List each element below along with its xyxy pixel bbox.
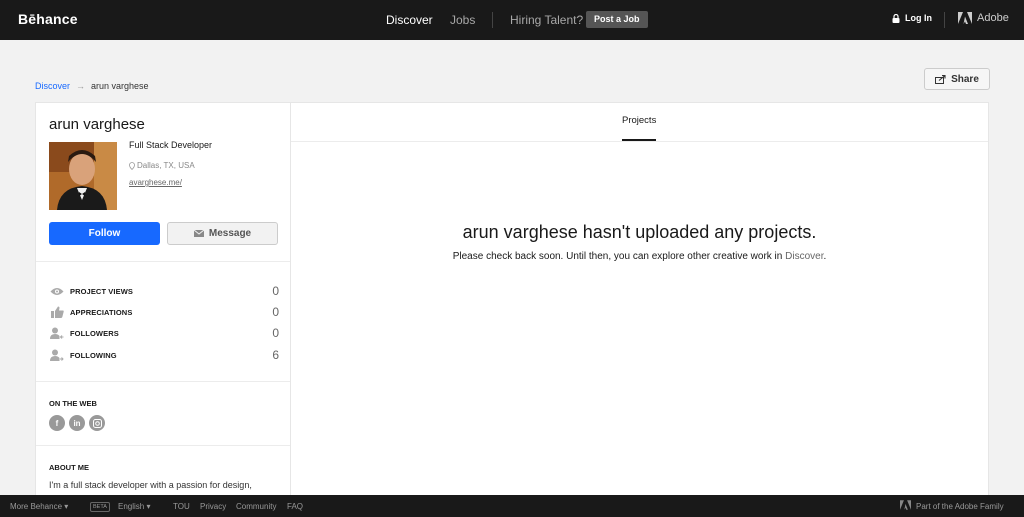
- follow-button[interactable]: Follow: [49, 222, 160, 245]
- about-me-text: I'm a full stack developer with a passio…: [49, 480, 252, 490]
- stat-value: 0: [272, 305, 279, 319]
- nav-discover[interactable]: Discover: [386, 13, 433, 27]
- thumbs-up-icon: [49, 305, 65, 319]
- discover-link[interactable]: Discover: [785, 251, 823, 262]
- language-label: English: [118, 502, 145, 511]
- stat-label: FOLLOWING: [70, 350, 117, 360]
- adobe-link[interactable]: Adobe: [958, 12, 1009, 24]
- adobe-family-link[interactable]: Part of the Adobe Family: [916, 502, 1004, 511]
- occupation: Full Stack Developer: [129, 140, 213, 150]
- following-icon: [49, 348, 65, 362]
- share-icon: [935, 74, 946, 84]
- more-behance-label: More Behance: [10, 502, 63, 511]
- tab-bar: Projects: [291, 103, 988, 142]
- message-label: Message: [208, 228, 252, 239]
- footer: More Behance ▾ BETA English ▾ TOU Privac…: [0, 495, 1024, 517]
- share-button[interactable]: Share: [924, 68, 990, 90]
- empty-state-period: .: [823, 251, 827, 262]
- stat-value: 0: [272, 284, 279, 298]
- nav-jobs[interactable]: Jobs: [450, 13, 475, 27]
- stat-value: 6: [272, 348, 279, 362]
- breadcrumb-current: arun varghese: [91, 81, 149, 91]
- login-label: Log In: [905, 13, 932, 23]
- divider: [36, 381, 290, 382]
- stat-followers: FOLLOWERS 0: [49, 325, 279, 341]
- avatar[interactable]: [49, 142, 117, 210]
- nav-divider: [492, 12, 493, 28]
- stat-project-views: PROJECT VIEWS 0: [49, 283, 279, 299]
- envelope-icon: [193, 230, 204, 237]
- stat-following: FOLLOWING 6: [49, 347, 279, 363]
- login-button[interactable]: Log In: [892, 13, 932, 23]
- language-selector[interactable]: English ▾: [118, 502, 151, 511]
- stat-label: PROJECT VIEWS: [70, 286, 133, 296]
- location: Dallas, TX, USA: [129, 161, 195, 170]
- stat-label: APPRECIATIONS: [70, 307, 133, 317]
- stat-appreciations: APPRECIATIONS 0: [49, 304, 279, 320]
- behance-logo[interactable]: Bēhance: [18, 11, 78, 27]
- empty-state-message: Please check back soon. Until then, you …: [291, 251, 988, 262]
- top-navigation: Bēhance Discover Jobs Hiring Talent? Pos…: [0, 0, 1024, 40]
- post-job-button[interactable]: Post a Job: [586, 11, 648, 28]
- chevron-down-icon: ▾: [146, 502, 151, 511]
- divider: [36, 445, 290, 446]
- about-me-title: ABOUT ME: [49, 463, 89, 472]
- empty-state-title: arun varghese hasn't uploaded any projec…: [462, 222, 817, 242]
- chevron-down-icon: ▾: [64, 502, 69, 511]
- footer-tou[interactable]: TOU: [173, 502, 190, 511]
- message-button[interactable]: Message: [167, 222, 278, 245]
- on-the-web-title: ON THE WEB: [49, 399, 97, 408]
- projects-panel: Projects arun varghese hasn't uploaded a…: [290, 102, 989, 497]
- nav-hiring-talent[interactable]: Hiring Talent?: [510, 13, 583, 27]
- profile-sidebar: arun varghese Full Stack Developer Dalla…: [35, 102, 290, 497]
- linkedin-icon[interactable]: in: [69, 415, 85, 431]
- social-links: f in: [49, 415, 105, 431]
- footer-privacy[interactable]: Privacy: [200, 502, 226, 511]
- divider: [36, 261, 290, 262]
- share-label: Share: [951, 73, 979, 85]
- instagram-icon[interactable]: [89, 415, 105, 431]
- website-link[interactable]: avarghese.me/: [129, 178, 182, 187]
- nav-divider-2: [944, 12, 945, 28]
- followers-icon: [49, 326, 65, 340]
- breadcrumb-arrow-icon: →: [76, 81, 86, 91]
- adobe-label: Adobe: [977, 12, 1009, 24]
- stat-value: 0: [272, 326, 279, 340]
- location-pin-icon: [129, 161, 135, 170]
- facebook-icon[interactable]: f: [49, 415, 65, 431]
- eye-icon: [49, 284, 65, 298]
- stat-label: FOLLOWERS: [70, 328, 119, 338]
- more-behance-menu[interactable]: More Behance ▾: [10, 502, 68, 511]
- lock-icon: [892, 13, 900, 23]
- breadcrumb-discover[interactable]: Discover: [35, 81, 70, 91]
- location-label: Dallas, TX, USA: [137, 161, 195, 170]
- footer-community[interactable]: Community: [236, 502, 276, 511]
- beta-badge: BETA: [90, 502, 110, 512]
- empty-state-text: Please check back soon. Until then, you …: [452, 251, 786, 262]
- adobe-icon: [958, 12, 972, 24]
- adobe-footer-icon: [900, 500, 911, 512]
- profile-name: arun varghese: [49, 116, 145, 133]
- footer-faq[interactable]: FAQ: [287, 502, 303, 511]
- tab-projects[interactable]: Projects: [622, 115, 657, 141]
- breadcrumb: Discover → arun varghese: [35, 81, 149, 91]
